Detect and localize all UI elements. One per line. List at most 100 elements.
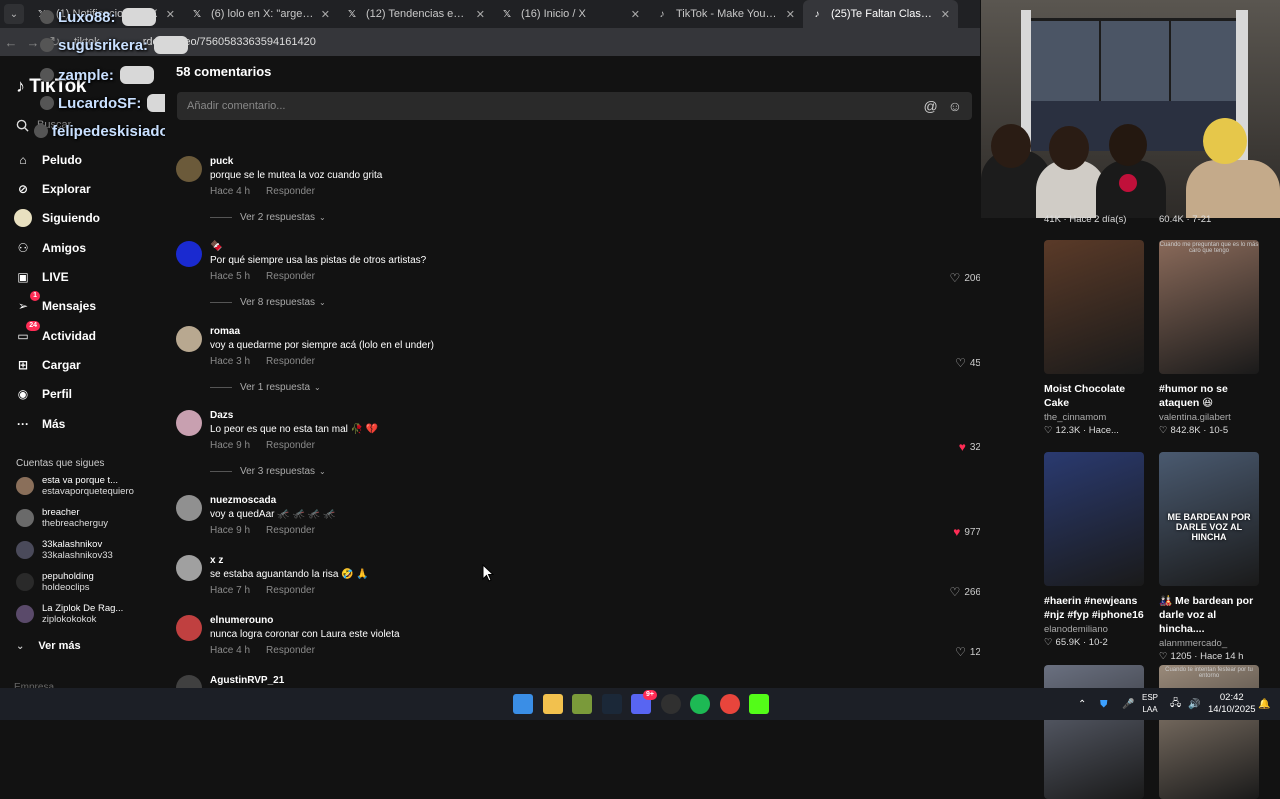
notification-bell-icon[interactable]: 🔔 (1258, 688, 1270, 720)
network-icon[interactable]: 🖧 (1170, 688, 1181, 720)
view-replies-button[interactable]: Ver 8 respuestas ⌄ (210, 297, 326, 308)
avatar[interactable] (176, 241, 202, 267)
file-explorer-icon[interactable] (542, 694, 563, 714)
comment-username[interactable]: puck (210, 156, 233, 167)
comment-username[interactable]: AgustinRVP_21 (210, 675, 284, 686)
forward-button[interactable]: → (22, 35, 44, 50)
avatar[interactable] (176, 615, 202, 641)
system-clock[interactable]: 02:42 14/10/2025 (1208, 692, 1256, 716)
recommended-video-card[interactable]: #haerin #newjeans #njz #fyp #iphone16 ela… (1044, 452, 1144, 648)
windows-start-icon[interactable] (513, 694, 533, 714)
view-replies-button[interactable]: Ver 1 respuesta ⌄ (210, 382, 321, 393)
sidebar-item-mensajes[interactable]: ➢ 1 Mensajes (14, 291, 96, 318)
discord-icon[interactable]: 9+ (631, 690, 657, 714)
volume-icon[interactable]: 🔊 (1188, 688, 1200, 720)
browser-tab[interactable]: ♪ (25)Te Faltan Clases De Canto L ✕ (803, 0, 958, 28)
spotify-icon[interactable] (690, 694, 710, 714)
avatar[interactable] (176, 156, 202, 182)
tab-search-button[interactable]: ⌄ (4, 4, 24, 24)
avatar[interactable] (176, 410, 202, 436)
reply-button[interactable]: Responder (266, 645, 315, 656)
video-author[interactable]: elanodemiliano (1044, 624, 1144, 635)
app-icon[interactable] (572, 694, 592, 714)
following-account[interactable]: La Ziplok De Rag... ziplokokokok (16, 600, 123, 628)
video-title[interactable]: #humor no se ataquen 😆 (1159, 382, 1259, 410)
following-account[interactable]: esta va porque t... estavaporquetequiero (16, 472, 134, 500)
tab-close-icon[interactable]: ✕ (786, 8, 795, 21)
comment-username[interactable]: x z (210, 555, 223, 566)
video-title[interactable]: 🎎 Me bardean por darle voz al hincha.... (1159, 594, 1259, 636)
reply-button[interactable]: Responder (266, 585, 315, 596)
sidebar-item-siguiendo[interactable]: ● Siguiendo (14, 206, 100, 230)
sidebar-item-m-s[interactable]: ··· Más (14, 412, 65, 436)
browser-tab[interactable]: ♪ TikTok - Make Your Day ✕ (648, 0, 803, 28)
reply-button[interactable]: Responder (266, 271, 315, 282)
recommended-video-card[interactable]: ME BARDEAN POR DARLE VOZ AL HINCHA 🎎 Me b… (1159, 452, 1259, 662)
browser-tab[interactable]: 𝕏 (6) lolo en X: "argentina necesit ✕ (183, 0, 338, 28)
reply-button[interactable]: Responder (266, 440, 315, 451)
reply-button[interactable]: Responder (266, 525, 315, 536)
mention-icon[interactable]: @ (923, 98, 937, 114)
recommended-video-card[interactable] (1044, 665, 1144, 799)
like-button[interactable]: ♥ 32 (959, 440, 980, 454)
browser-tab[interactable]: 𝕏 (12) Tendencias en Argentina en ✕ (338, 0, 493, 28)
sidebar-item-actividad[interactable]: ▭ 24 Actividad (14, 321, 96, 348)
avatar[interactable] (176, 555, 202, 581)
sidebar-item-explorar[interactable]: ⊘ Explorar (14, 177, 91, 201)
comment-input[interactable]: Añadir comentario... @ ☺ (177, 92, 972, 120)
like-button[interactable]: ♡ 206 (950, 271, 980, 285)
back-button[interactable]: ← (0, 35, 22, 50)
video-thumbnail[interactable] (1044, 240, 1144, 374)
defender-icon[interactable]: ⛊ (1100, 688, 1108, 720)
browser-tab[interactable]: 𝕏 (16) Inicio / X ✕ (493, 0, 648, 28)
sidebar-item-live[interactable]: ▣ LIVE (14, 265, 68, 289)
following-account[interactable]: pepuholding holdeoclips (16, 568, 94, 596)
sidebar-item-amigos[interactable]: ⚇ Amigos (14, 236, 86, 260)
recommended-video-card[interactable]: Cuando te intentan festear por tu entorn… (1159, 665, 1259, 799)
like-button[interactable]: ♥ 977 (953, 525, 980, 539)
video-thumbnail[interactable]: Cuando te intentan festear por tu entorn… (1159, 665, 1259, 799)
emoji-icon[interactable]: ☺ (948, 98, 962, 114)
video-thumbnail[interactable]: Cuando me preguntan que es lo más caro q… (1159, 240, 1259, 374)
video-author[interactable]: alanmmercado_ (1159, 638, 1259, 649)
like-button[interactable]: ♡ 12 (955, 645, 980, 659)
recommended-video-card[interactable]: Moist Chocolate Cake the_cinnamom ♡ 12.3K ·… (1044, 240, 1144, 436)
video-thumbnail[interactable] (1044, 452, 1144, 586)
comment-username[interactable]: 🍫 (210, 241, 222, 252)
video-title[interactable]: Moist Chocolate Cake (1044, 382, 1144, 410)
sidebar-item-peludo[interactable]: ⌂ Peludo (14, 148, 82, 172)
tab-close-icon[interactable]: ✕ (476, 8, 485, 21)
like-button[interactable]: ♡ 266 (950, 585, 980, 599)
video-thumbnail[interactable]: ME BARDEAN POR DARLE VOZ AL HINCHA (1159, 452, 1259, 586)
video-author[interactable]: the_cinnamom (1044, 412, 1144, 423)
reply-button[interactable]: Responder (266, 356, 315, 367)
see-more-button[interactable]: ⌄ Ver más (16, 640, 81, 652)
tab-close-icon[interactable]: ✕ (631, 8, 640, 21)
tiktok-logo[interactable]: ♪ TikTok (16, 76, 86, 98)
avatar[interactable] (176, 326, 202, 352)
avatar[interactable] (176, 495, 202, 521)
reload-button[interactable]: ↻ (44, 34, 66, 50)
view-replies-button[interactable]: Ver 2 respuestas ⌄ (210, 212, 326, 223)
language-indicator[interactable]: ESP LAA (1142, 692, 1158, 716)
search-input[interactable]: Buscar (10, 112, 160, 138)
obs-icon[interactable] (660, 694, 681, 714)
following-account[interactable]: 33kalashnikov 33kalashnikov33 (16, 536, 113, 564)
recommended-video-card[interactable]: Cuando me preguntan que es lo más caro q… (1159, 240, 1259, 436)
tab-close-icon[interactable]: ✕ (321, 8, 330, 21)
chrome-icon[interactable] (719, 694, 740, 714)
video-author[interactable]: valentina.gilabert (1159, 412, 1259, 423)
video-title[interactable]: #haerin #newjeans #njz #fyp #iphone16 (1044, 594, 1144, 622)
comment-username[interactable]: elnumerouno (210, 615, 273, 626)
sidebar-item-perfil[interactable]: ◉ Perfil (14, 382, 72, 406)
following-account[interactable]: breacher thebreacherguy (16, 504, 108, 532)
tab-close-icon[interactable]: ✕ (941, 8, 950, 21)
tab-close-icon[interactable]: ✕ (166, 8, 175, 21)
browser-tab[interactable]: 𝕏 (1) Notificaciones / X ✕ (28, 0, 183, 28)
video-thumbnail[interactable] (1044, 665, 1144, 799)
sidebar-item-cargar[interactable]: ⊞ Cargar (14, 353, 81, 377)
comment-username[interactable]: Dazs (210, 410, 233, 421)
comment-username[interactable]: romaa (210, 326, 240, 337)
url-field[interactable]: tiktok rdofs/video/7560583363594161420 (74, 32, 674, 52)
comment-username[interactable]: nuezmoscada (210, 495, 276, 506)
